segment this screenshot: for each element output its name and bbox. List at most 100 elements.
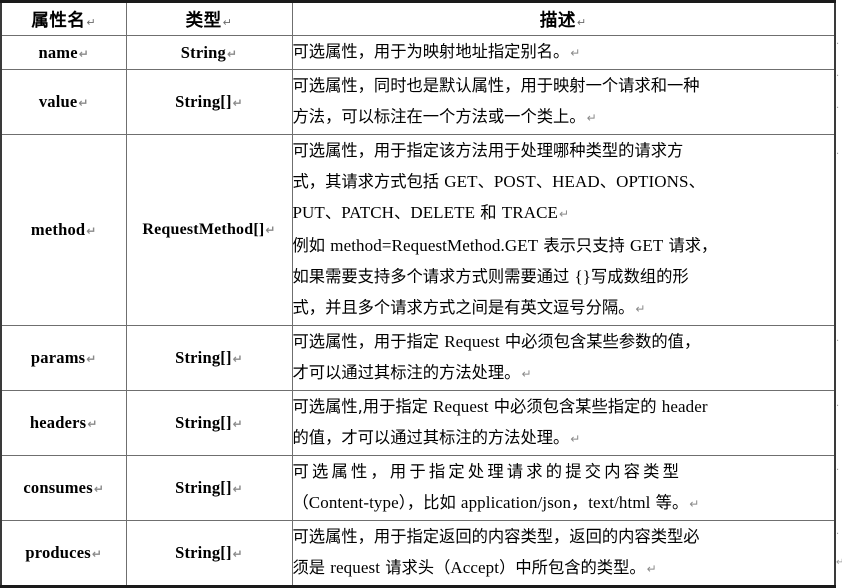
paragraph-mark-icon: ↵ [232,547,243,561]
description-text: 、 [599,172,617,191]
description-text: 须是 [292,558,331,577]
description-code-text: POST [493,172,536,191]
paragraph-mark-icon: ↵ [570,46,581,60]
paragraph-mark-icon: ↵ [635,302,646,316]
document-paragraph-marks: · · · · · · · · ↵ [836,0,842,579]
description-code-text: GET [629,236,664,255]
attribute-name-text: headers [29,413,87,432]
description-line: 式，并且多个请求方式之间是有英文逗号分隔。↵ [293,292,835,325]
attribute-name-text: produces [25,543,91,562]
paragraph-mark-icon: · [836,465,840,476]
description-code-text: Content-type [308,493,399,512]
paragraph-mark-icon: ↵ [576,15,587,29]
description-text: 、 [535,172,553,191]
paragraph-mark-icon: ↵ [570,432,581,446]
description-text: 和 [475,203,502,222]
paragraph-mark-icon: ↵ [222,15,233,29]
column-header-attr-name: 属性名↵ [0,1,127,36]
description-line: 可选属性，同时也是默认属性，用于映射一个请求和一种 [293,70,835,101]
description-text: 例如 [292,236,331,255]
cell-attribute-type: String[]↵ [125,69,293,135]
description-text: 写成数组的形 [591,267,689,286]
paragraph-mark-icon: ↵ [586,111,597,125]
paragraph-mark-icon: ↵ [232,352,243,366]
description-code-text: method=RequestMethod.GET [330,236,539,255]
table-body: name↵ String↵ 可选属性，用于为映射地址指定别名。↵ value↵ Stri… [0,35,836,587]
cell-attribute-description: 可选属性,用于指定 Request 中必须包含某些指定的 header 的值，才可… [291,390,836,456]
document-page: 属性名↵ 类型↵ 描述↵ name↵ String↵ 可选属性，用于为映射地址指定别… [0,0,842,588]
description-text: 中必须包含某些指定的 [488,397,662,416]
description-text: 可选属性，用于指定 [292,332,445,351]
description-code-text: DELETE [410,203,476,222]
attribute-type-text: RequestMethod[] [142,221,265,238]
column-header-type-label: 类型 [185,10,222,31]
table-row: params↵ String[]↵ 可选属性，用于指定 Request 中必须包含某… [0,325,836,391]
description-code-text: Accept [450,558,500,577]
paragraph-mark-icon: ↵ [689,497,700,511]
description-line: 须是 request 请求头（Accept）中所包含的类型。↵ [293,552,835,585]
description-text: 可选属性，用于指定返回的内容类型，返回的内容类型必 [292,527,700,546]
description-code-text: request [330,558,381,577]
description-code-text: OPTIONS [616,172,689,191]
attribute-name-text: name [38,42,78,62]
description-line: （Content-type），比如 application/json，text/… [293,487,835,520]
description-text: 、 [688,172,705,191]
paragraph-mark-icon: ↵ [86,15,97,29]
cell-attribute-type: String[]↵ [125,390,293,456]
description-line: 可选属性,用于指定 Request 中必须包含某些指定的 header [293,391,835,422]
description-text: 、 [394,203,411,222]
cell-attribute-name: value↵ [0,69,127,135]
cell-attribute-type: String[]↵ [125,455,293,521]
cell-attribute-description: 可选属性，用于指定 Request 中必须包含某些参数的值， 才可以通过其标注的方… [291,325,836,391]
description-code-text: HEAD [552,172,600,191]
attribute-type-text: String [180,42,226,62]
attribute-name-text: value [38,92,78,111]
column-header-description-label: 描述 [539,10,576,31]
description-text: 的值，才可以通过其标注的方法处理。 [292,428,570,447]
cell-attribute-name: produces↵ [0,520,127,587]
description-line: PUT、PATCH、DELETE 和 TRACE↵ [293,197,835,230]
attribute-type-text: String[] [175,348,232,367]
table-row: produces↵ String[]↵ 可选属性，用于指定返回的内容类型，返回的内容… [0,520,836,587]
cell-attribute-description: 可选属性，用于为映射地址指定别名。↵ [291,35,836,70]
attribute-name-text: method [30,220,86,239]
paragraph-mark-icon: · [836,103,840,114]
description-text: （ [292,493,309,512]
paragraph-mark-icon: ↵ [232,96,243,110]
attribute-type-text: String[] [175,413,232,432]
cell-attribute-name: name↵ [0,35,127,70]
paragraph-mark-icon: ↵ [86,224,97,238]
description-text: 请求， [663,236,718,255]
description-text: 式，并且多个请求方式之间是有英文逗号分隔。 [292,298,635,317]
description-line: 可选属性，用于为映射地址指定别名。↵ [293,36,835,69]
paragraph-mark-icon: ↵ [87,417,98,431]
column-header-attr-name-label: 属性名 [31,10,86,31]
description-text: 可选属性，用于指定处理请求的提交内容类型 [292,462,683,481]
description-text: 表示只支持 [538,236,630,255]
paragraph-mark-icon: · [836,71,840,82]
description-text: 、 [324,203,342,222]
paragraph-mark-icon: ↵ [93,482,105,496]
cell-attribute-name: method↵ [0,134,127,326]
description-text: 方法，可以标注在一个方法或一个类上。 [292,107,586,126]
description-code-text: application/json，text/html [460,493,651,512]
cell-attribute-type: String↵ [125,35,293,70]
cell-attribute-description: 可选属性，同时也是默认属性，用于映射一个请求和一种 方法，可以标注在一个方法或一个… [291,69,836,135]
paragraph-mark-icon: ↵ [521,367,532,381]
description-code-text: header [661,397,708,416]
description-line: 才可以通过其标注的方法处理。↵ [293,357,835,390]
description-text: 才可以通过其标注的方法处理。 [292,363,521,382]
description-line: 如果需要支持多个请求方式则需要通过 {}写成数组的形 [293,261,835,292]
cell-attribute-description: 可选属性，用于指定返回的内容类型，返回的内容类型必须是 request 请求头（… [291,520,836,587]
paragraph-mark-icon: ↵ [91,547,103,561]
description-text: 如果需要支持多个请求方式则需要通过 [292,267,575,286]
paragraph-mark-icon: ↵ [836,557,842,568]
paragraph-mark-icon: · [836,401,840,412]
description-text: 可选属性，同时也是默认属性，用于映射一个请求和一种 [292,76,700,95]
paragraph-mark-icon: · [836,149,840,160]
description-text: 可选属性，用于为映射地址指定别名。 [292,42,570,61]
attribute-type-text: String[] [175,92,232,111]
description-text: 、 [477,172,494,191]
column-header-type: 类型↵ [125,1,293,36]
attribute-type-text: String[] [175,478,232,497]
